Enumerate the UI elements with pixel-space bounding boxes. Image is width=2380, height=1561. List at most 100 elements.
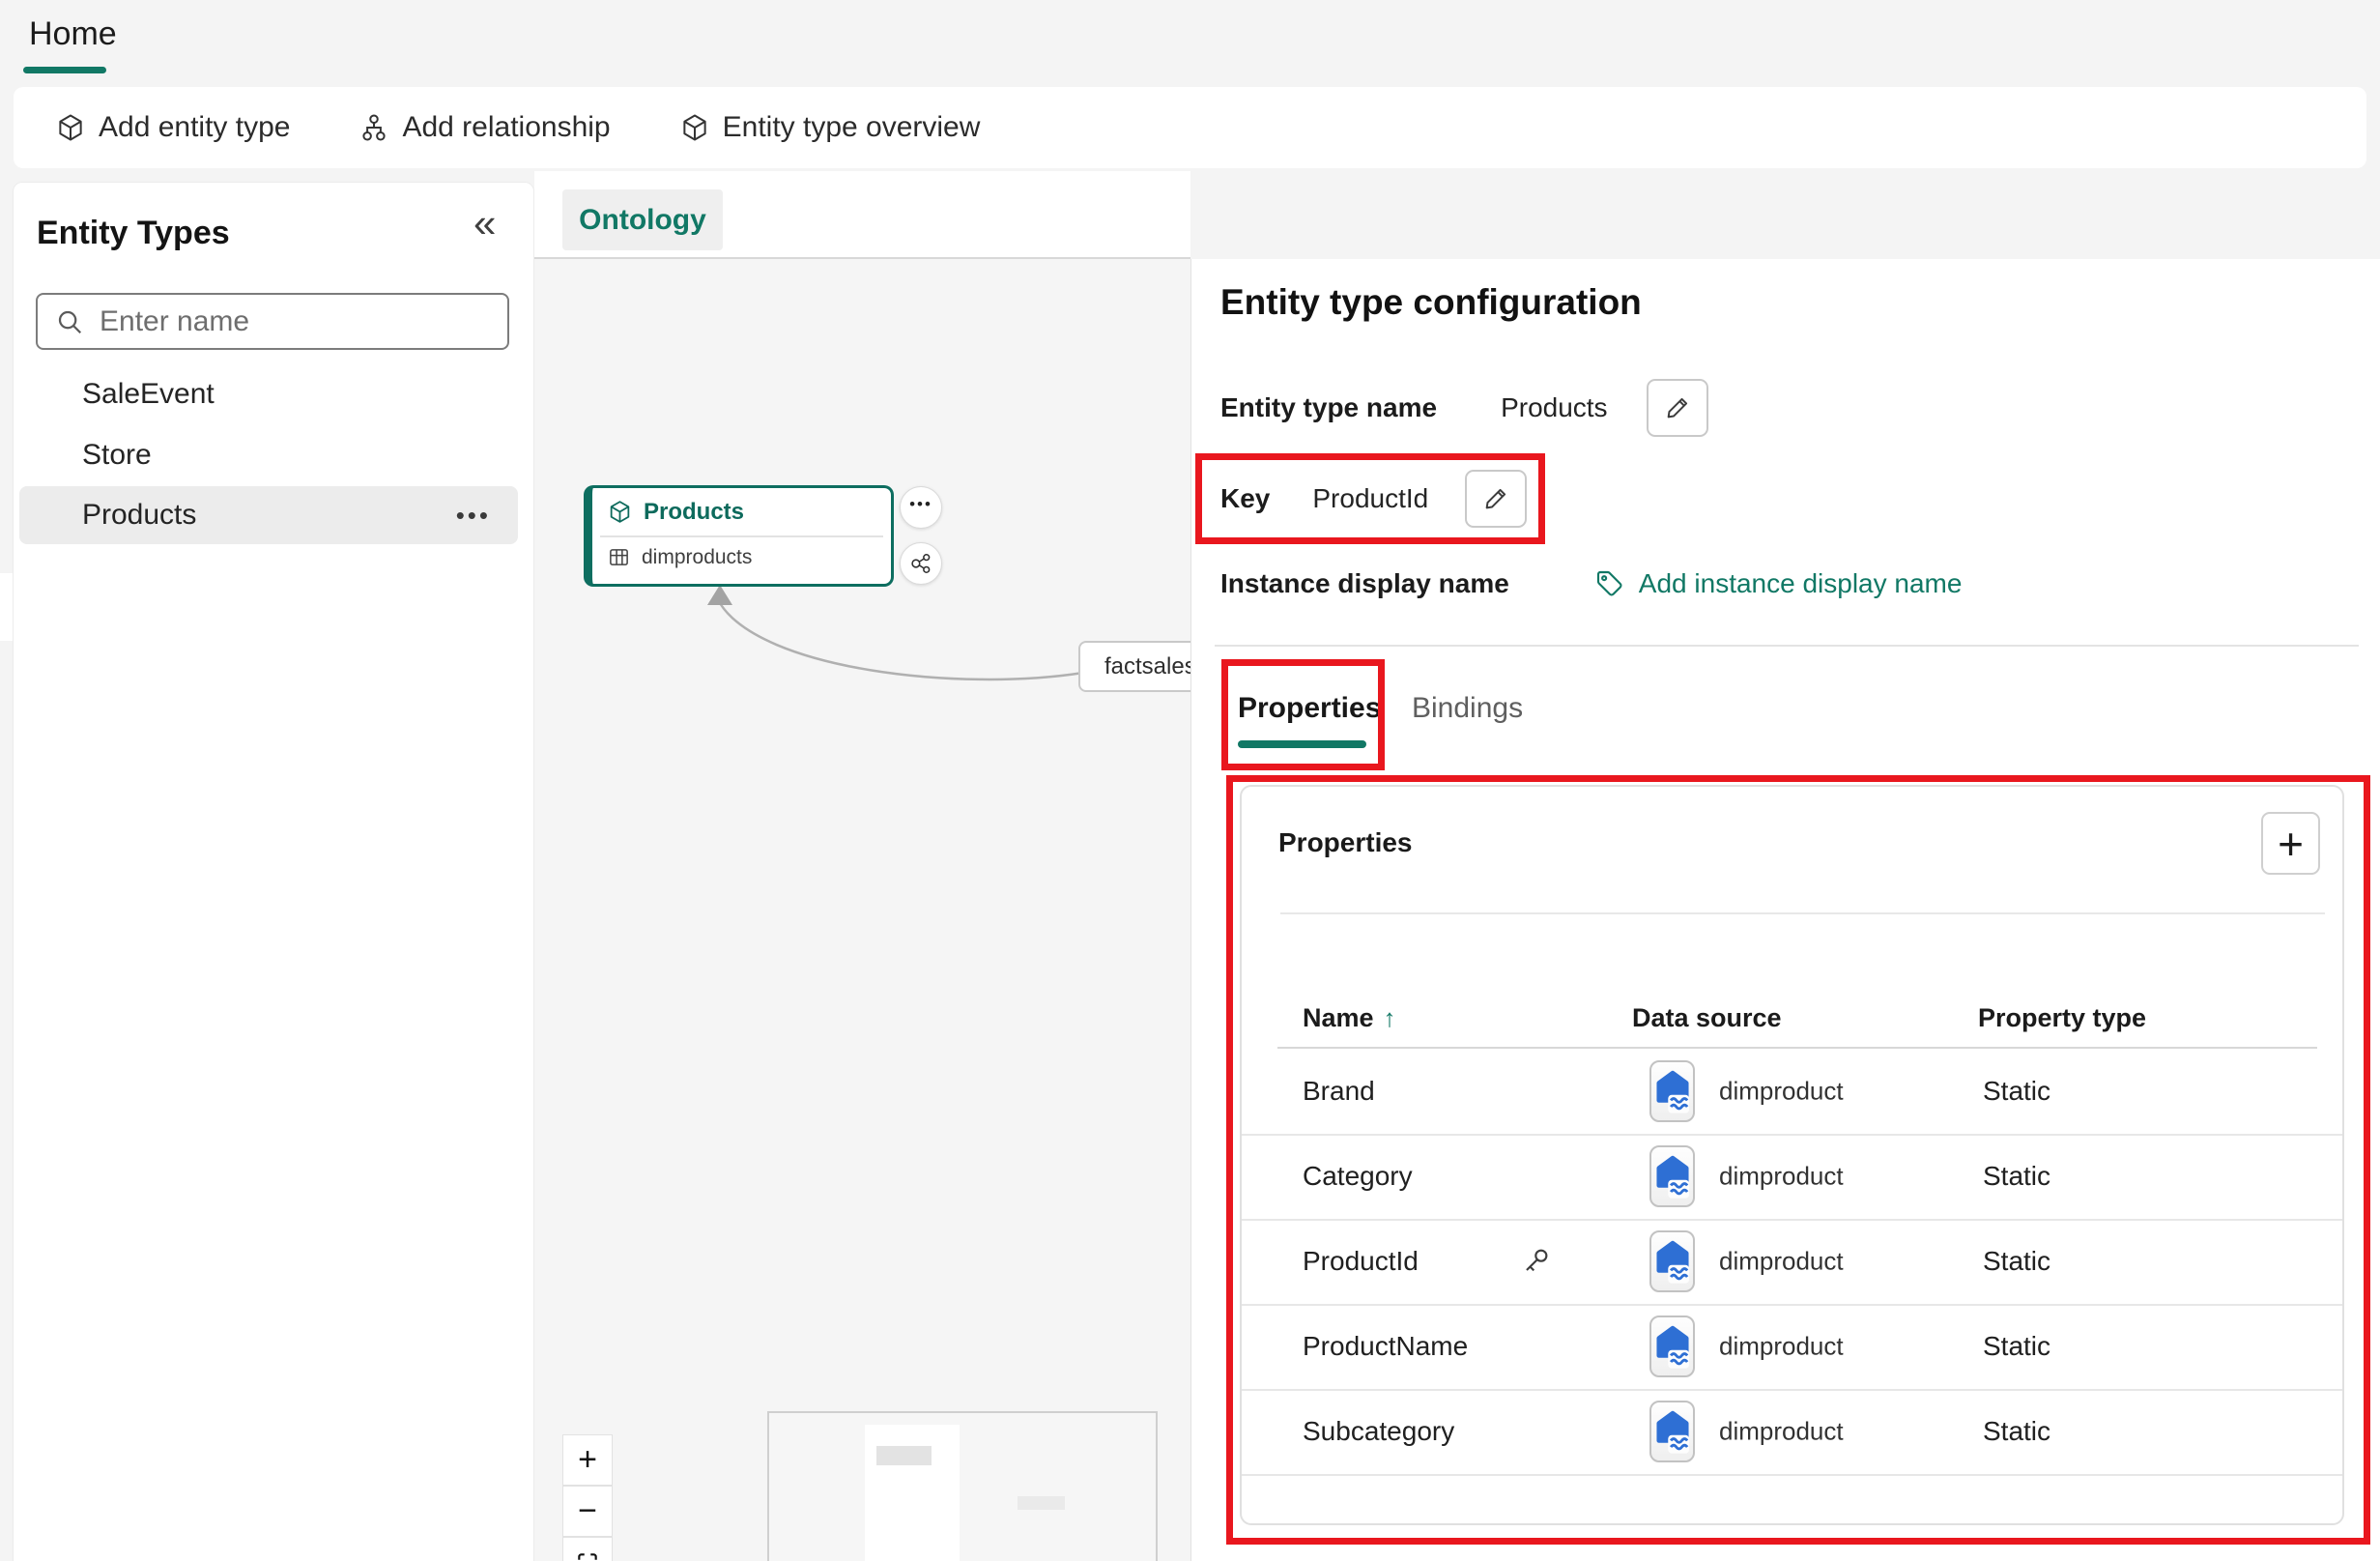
table-row-category[interactable]: Category dimproduct Static: [1242, 1134, 2342, 1221]
table-row-subcategory[interactable]: Subcategory dimproduct Static: [1242, 1389, 2342, 1476]
sidebar-item-store[interactable]: Store: [19, 426, 518, 484]
property-name: Subcategory: [1303, 1416, 1455, 1446]
add-instance-display-name-link[interactable]: Add instance display name: [1639, 568, 1963, 599]
sidebar-item-label: SaleEvent: [82, 378, 215, 410]
fit-view-icon: [575, 1550, 600, 1561]
canvas-node-products[interactable]: Products dimproducts: [584, 485, 894, 587]
property-source: dimproduct: [1719, 1331, 1844, 1361]
edge-label-factsales[interactable]: factsales_: [1078, 641, 1190, 692]
table-row-brand[interactable]: Brand dimproduct Static: [1242, 1049, 2342, 1136]
minus-icon: −: [578, 1492, 597, 1529]
entity-type-overview-label: Entity type overview: [722, 111, 981, 143]
property-type: Static: [1983, 1246, 2051, 1276]
sidebar-item-saleevent[interactable]: SaleEvent: [19, 365, 518, 423]
property-source: dimproduct: [1719, 1161, 1844, 1191]
add-property-button[interactable]: +: [2261, 812, 2320, 875]
card-divider: [1280, 912, 2325, 914]
property-source: dimproduct: [1719, 1416, 1844, 1446]
minimap-node-block: [876, 1446, 932, 1465]
property-source: dimproduct: [1719, 1076, 1844, 1106]
property-type: Static: [1983, 1331, 2051, 1361]
table-row-productid[interactable]: ProductId dimproduct Static: [1242, 1219, 2342, 1306]
node-source-label: dimproducts: [642, 545, 753, 568]
pencil-icon: [1482, 485, 1509, 512]
column-header-property-type[interactable]: Property type: [1978, 1003, 2146, 1033]
node-relationship-button[interactable]: [900, 542, 942, 585]
property-name: ProductId: [1303, 1246, 1419, 1276]
entity-config-panel: Entity type configuration Entity type na…: [1190, 259, 2380, 1561]
panel-title: Entity type configuration: [1220, 282, 1642, 322]
add-relationship-label: Add relationship: [402, 111, 611, 143]
cube-icon: [608, 500, 632, 524]
tab-home[interactable]: Home: [29, 15, 117, 53]
ellipsis-icon: •••: [909, 495, 932, 513]
entity-name-label: Entity type name: [1220, 392, 1438, 422]
section-divider: [1215, 645, 2359, 647]
property-type: Static: [1983, 1076, 2051, 1106]
sidebar-item-label: Products: [82, 499, 197, 531]
toolbar: Add entity type Add relationship Entity …: [14, 87, 2366, 168]
add-entity-type-label: Add entity type: [99, 111, 291, 143]
instance-display-row: Instance display name Add instance displ…: [1220, 555, 1962, 613]
sidebar-title: Entity Types: [37, 215, 230, 251]
edit-entity-name-button[interactable]: [1646, 379, 1708, 437]
tag-icon: [1594, 568, 1625, 599]
lakehouse-icon: [1649, 1401, 1695, 1462]
table-row-productname[interactable]: ProductName dimproduct Static: [1242, 1304, 2342, 1391]
cube-icon: [680, 113, 709, 142]
pencil-icon: [1664, 394, 1691, 421]
property-type: Static: [1983, 1161, 2051, 1191]
org-chart-icon: [359, 113, 388, 142]
fit-view-button[interactable]: [562, 1537, 613, 1561]
tab-home-active-underline: [23, 67, 106, 73]
tab-bindings[interactable]: Bindings: [1412, 692, 1523, 725]
zoom-out-button[interactable]: −: [562, 1486, 613, 1537]
entity-search-box: [36, 293, 509, 350]
ontology-canvas[interactable]: Products dimproducts ••• factsales_ + −: [534, 259, 1190, 1561]
cube-icon: [56, 113, 85, 142]
collapse-sidebar-icon[interactable]: «: [473, 203, 496, 244]
add-relationship-button[interactable]: Add relationship: [359, 111, 611, 144]
plus-icon: +: [2278, 818, 2304, 869]
minimap-node-block: [1018, 1496, 1065, 1510]
node-more-button[interactable]: •••: [900, 486, 942, 529]
lakehouse-icon: [1649, 1315, 1695, 1377]
plus-icon: +: [578, 1441, 597, 1478]
property-name: Category: [1303, 1161, 1413, 1191]
node-title: Products: [644, 498, 745, 525]
properties-card: Properties + Name ↑ Data source Property …: [1240, 785, 2344, 1525]
sidebar-item-label: Store: [82, 439, 152, 471]
lakehouse-icon: [1649, 1060, 1695, 1122]
share-icon: [907, 550, 934, 577]
entity-name-row: Entity type name Products: [1220, 379, 1708, 437]
property-type: Static: [1983, 1416, 2051, 1446]
table-icon: [608, 546, 630, 568]
tab-properties[interactable]: Properties: [1238, 692, 1381, 725]
search-icon: [55, 307, 84, 336]
collapsed-panel-notch: [0, 573, 13, 641]
canvas-minimap[interactable]: [767, 1411, 1158, 1561]
edit-key-button[interactable]: [1465, 470, 1528, 528]
zoom-in-button[interactable]: +: [562, 1434, 613, 1486]
entity-name-value: Products: [1501, 392, 1608, 422]
column-header-name[interactable]: Name ↑: [1303, 1003, 1396, 1033]
property-source: dimproduct: [1719, 1246, 1844, 1276]
sidebar-item-products[interactable]: Products •••: [19, 486, 518, 544]
key-label: Key: [1220, 483, 1271, 513]
more-options-icon[interactable]: •••: [456, 501, 491, 531]
column-header-data-source[interactable]: Data source: [1632, 1003, 1782, 1033]
relationship-edge: [707, 585, 1084, 681]
zoom-controls: + −: [562, 1434, 613, 1561]
key-row: Key ProductId: [1220, 470, 1528, 528]
key-icon: [1519, 1245, 1552, 1278]
search-input[interactable]: [98, 304, 494, 339]
entity-type-overview-button[interactable]: Entity type overview: [680, 111, 981, 144]
instance-display-label: Instance display name: [1220, 568, 1509, 598]
tab-ontology[interactable]: Ontology: [562, 189, 723, 250]
canvas-tab-strip: Ontology: [534, 171, 1190, 259]
add-entity-type-button[interactable]: Add entity type: [56, 111, 290, 144]
property-name: Brand: [1303, 1076, 1375, 1106]
app-root: Home Add entity type Add relationship En…: [0, 0, 2380, 1561]
tab-ontology-label: Ontology: [579, 203, 706, 236]
properties-card-title: Properties: [1278, 827, 1413, 857]
